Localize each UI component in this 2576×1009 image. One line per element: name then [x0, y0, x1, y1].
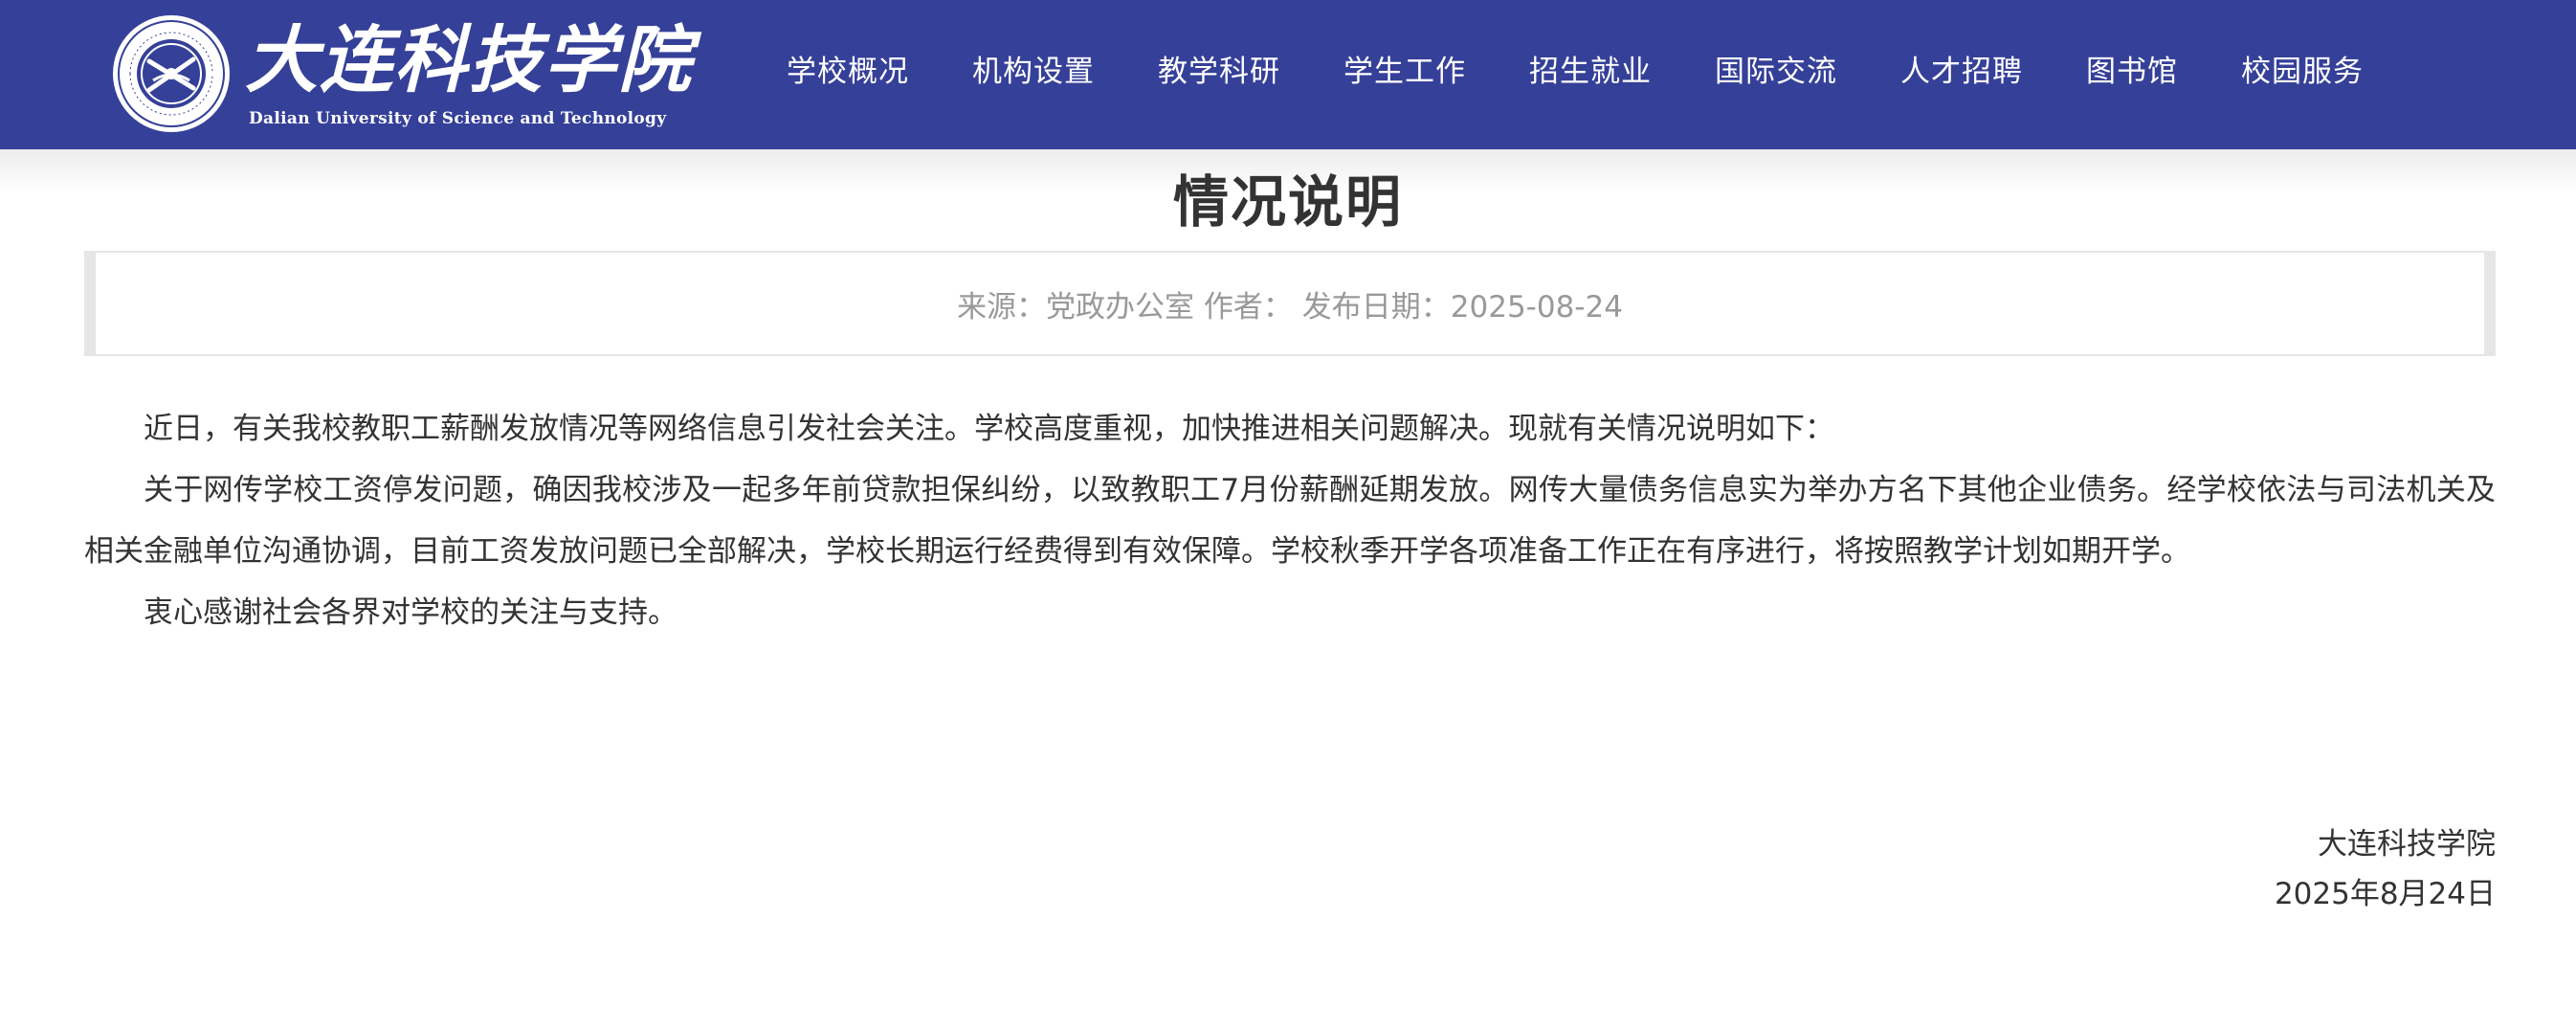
article-signature: 大连科技学院 2025年8月24日 — [2275, 819, 2496, 919]
article-title: 情况说明 — [1172, 169, 1403, 235]
nav-item-library[interactable]: 图书馆 — [2086, 47, 2178, 90]
nav-item-organization[interactable]: 机构设置 — [972, 47, 1095, 90]
nav-item-international[interactable]: 国际交流 — [1715, 47, 1837, 90]
article-body: 近日，有关我校教职工薪酬发放情况等网络信息引发社会关注。学校高度重视，加快推进相… — [84, 398, 2496, 643]
nav-item-student-affairs[interactable]: 学生工作 — [1344, 47, 1466, 90]
university-emblem-icon — [113, 15, 230, 132]
article-paragraph: 关于网传学校工资停发问题，确因我校涉及一起多年前贷款担保纠纷，以致教职工7月份薪… — [84, 473, 2496, 569]
nav-item-recruitment[interactable]: 人才招聘 — [1900, 47, 2023, 90]
nav-item-admission-employment[interactable]: 招生就业 — [1529, 47, 1652, 90]
logo-english-name: Dalian University of Science and Technol… — [249, 109, 667, 128]
nav-item-school-overview[interactable]: 学校概况 — [787, 47, 909, 90]
article-paragraph: 近日，有关我校教职工薪酬发放情况等网络信息引发社会关注。学校高度重视，加快推进相… — [144, 412, 1834, 446]
article-meta-box: 来源：党政办公室 作者： 发布日期：2025-08-24 — [84, 251, 2496, 356]
article-paragraph: 衷心感谢社会各界对学校的关注与支持。 — [144, 595, 677, 630]
site-header: 大连科技学院 Dalian University of Science and … — [0, 0, 2576, 149]
nav-item-campus-services[interactable]: 校园服务 — [2241, 47, 2364, 90]
site-logo[interactable]: 大连科技学院 Dalian University of Science and … — [111, 13, 691, 136]
logo-chinese-name: 大连科技学院 — [245, 17, 693, 102]
article-meta: 来源：党政办公室 作者： 发布日期：2025-08-24 — [957, 289, 1623, 325]
nav-item-teaching-research[interactable]: 教学科研 — [1158, 47, 1280, 90]
main-nav: 学校概况 机构设置 教学科研 学生工作 招生就业 国际交流 人才招聘 图书馆 校… — [787, 0, 2364, 136]
signature-date: 2025年8月24日 — [2274, 877, 2496, 911]
signature-organization: 大连科技学院 — [2318, 827, 2496, 862]
